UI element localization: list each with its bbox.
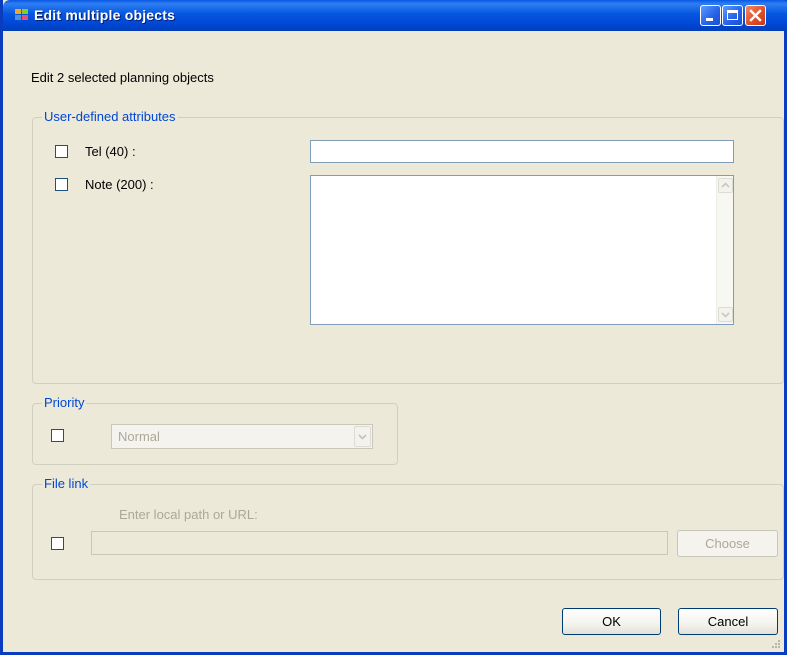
file-path-input[interactable] <box>91 531 668 555</box>
app-icon <box>15 9 29 21</box>
maximize-icon <box>727 10 738 20</box>
file-link-checkbox[interactable] <box>51 537 64 550</box>
tel-checkbox[interactable] <box>55 145 68 158</box>
priority-select[interactable]: Normal <box>111 424 373 449</box>
minimize-icon <box>706 18 713 21</box>
chevron-up-icon <box>721 182 730 188</box>
close-icon <box>749 9 762 22</box>
close-button[interactable] <box>745 5 766 26</box>
tel-input[interactable] <box>310 140 734 163</box>
tel-label: Tel (40) : <box>85 144 136 159</box>
file-link-legend: File link <box>42 476 91 492</box>
note-label: Note (200) : <box>85 177 154 192</box>
chevron-down-icon <box>721 312 730 318</box>
ok-button[interactable]: OK <box>562 608 661 635</box>
file-link-hint: Enter local path or URL: <box>119 507 258 522</box>
chevron-down-icon <box>358 434 367 440</box>
cancel-button[interactable]: Cancel <box>678 608 778 635</box>
dialog-window: Edit multiple objects Edit 2 selected pl… <box>0 0 787 655</box>
choose-button[interactable]: Choose <box>677 530 778 557</box>
note-scrollbar[interactable] <box>716 176 733 324</box>
scroll-up-button[interactable] <box>718 178 733 193</box>
priority-legend: Priority <box>42 395 87 411</box>
user-attributes-legend: User-defined attributes <box>42 109 178 125</box>
resize-grip-icon[interactable] <box>770 638 780 648</box>
minimize-button[interactable] <box>700 5 721 26</box>
window-title: Edit multiple objects <box>34 7 176 23</box>
priority-selected-value: Normal <box>118 429 160 444</box>
dialog-subtitle: Edit 2 selected planning objects <box>31 70 214 85</box>
note-textarea[interactable] <box>310 175 734 325</box>
priority-checkbox[interactable] <box>51 429 64 442</box>
title-bar[interactable]: Edit multiple objects <box>3 0 787 31</box>
scroll-down-button[interactable] <box>718 307 733 322</box>
priority-dropdown-button[interactable] <box>354 426 371 447</box>
note-checkbox[interactable] <box>55 178 68 191</box>
maximize-button[interactable] <box>722 5 743 26</box>
